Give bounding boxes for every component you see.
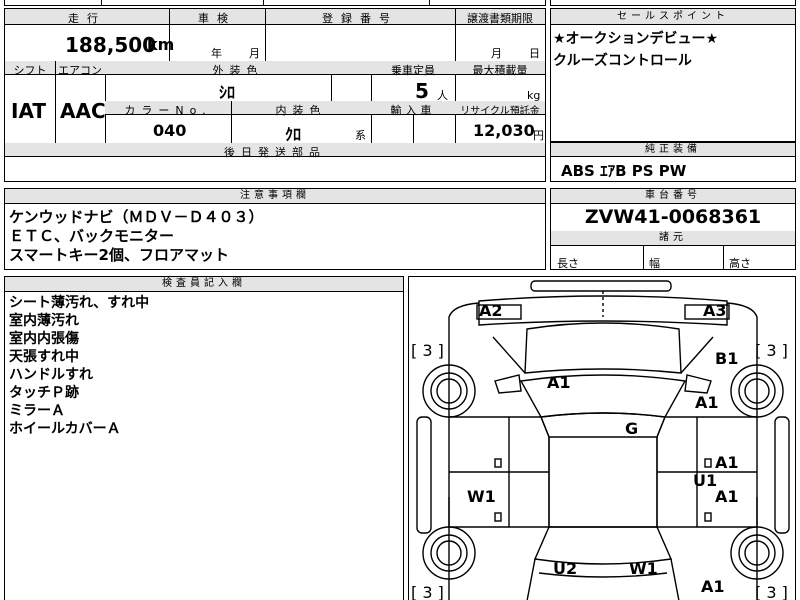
- vehicle-info-grid: 走行 車検 登録番号 譲渡書類期限 188,500 km 年 月 月 日 シフト…: [4, 8, 546, 182]
- notes-line-1: ケンウッドナビ（ＭＤＶ－Ｄ４０３）: [9, 208, 264, 226]
- mark-a3: A3: [703, 301, 727, 320]
- sales-points-header: セールスポイント: [551, 9, 795, 25]
- color-no-value: 040: [153, 121, 187, 140]
- recycle-unit: 円: [533, 129, 544, 142]
- mark-w1-left: W1: [467, 487, 496, 506]
- mark-g: G: [625, 419, 639, 438]
- sales-points-panel: セールスポイント ★オークションデビュー★ クルーズコントロール: [550, 8, 796, 142]
- dim-height: 高さ: [729, 257, 751, 270]
- tire-label-front-right: [ 3 ]: [755, 341, 788, 360]
- exterior-color-value: ｼﾛ: [219, 83, 236, 102]
- mark-a1-rear: A1: [701, 577, 725, 596]
- inspector-line-1: シート薄汚れ、すれ中: [9, 295, 150, 311]
- tire-label-rear-left: [ 3 ]: [411, 583, 444, 600]
- header-shift: シフト: [13, 64, 47, 77]
- shift-value: IAT: [11, 99, 47, 123]
- top-cutoff-right: [550, 0, 796, 6]
- inspector-line-5: ハンドルすれ: [9, 367, 93, 383]
- mark-a1-right-fender: A1: [695, 393, 719, 412]
- header-color-no: カラーNo.: [124, 104, 212, 117]
- recycle-value: 12,030: [473, 121, 535, 140]
- header-interior-color: 内装色: [275, 104, 327, 117]
- header-recycle: リサイクル預託金: [460, 106, 540, 117]
- sales-point-line-1: ★オークションデビュー★: [553, 31, 719, 47]
- header-inspection: 車検: [198, 12, 236, 25]
- interior-color-value: ｸﾛ: [285, 125, 302, 144]
- chassis-panel: 車台番号 ZVW41-0068361 諸元 長さ 幅 高さ: [550, 188, 796, 270]
- header-max-load: 最大積載量: [472, 64, 528, 77]
- notes-line-3: スマートキー2個、フロアマット: [9, 246, 229, 264]
- tire-label-rear-right: [ 3 ]: [755, 583, 788, 600]
- notes-line-2: ＥＴＣ、バックモニター: [9, 227, 175, 245]
- mark-w1-rear: W1: [629, 559, 658, 578]
- inspector-line-7: ミラーＡ: [9, 403, 65, 419]
- inspector-line-6: タッチＰ跡: [9, 385, 79, 401]
- mark-b1: B1: [715, 349, 739, 368]
- equipment-value: ABS ｴｱB PS PW: [561, 162, 687, 180]
- header-aircon: エアコン: [58, 64, 102, 77]
- inspector-header: 検査員記入欄: [5, 277, 403, 292]
- header-later-parts: 後日発送部品: [224, 146, 326, 159]
- mark-a1-right-rear-door: A1: [715, 487, 739, 506]
- mark-a1-right-front-door: A1: [715, 453, 739, 472]
- header-capacity: 乗車定員: [391, 64, 435, 77]
- dim-width: 幅: [649, 257, 660, 270]
- equipment-header: 純正装備: [551, 143, 795, 157]
- header-registration: 登録番号: [322, 12, 398, 25]
- mark-u2: U2: [553, 559, 578, 578]
- notes-panel: 注意事項欄 ケンウッドナビ（ＭＤＶ－Ｄ４０３） ＥＴＣ、バックモニター スマート…: [4, 188, 546, 270]
- mark-a2: A2: [479, 301, 503, 320]
- damage-diagram-panel: A2 A3 B1 A1 A1 G A1 U1 A1 W1 U2 W1 A1 [ …: [408, 276, 796, 600]
- interior-suffix: 系: [355, 129, 366, 142]
- inspection-year: 年: [211, 47, 222, 60]
- dim-length: 長さ: [557, 257, 579, 270]
- inspection-month: 月: [249, 47, 260, 60]
- chassis-number: ZVW41-0068361: [584, 206, 762, 228]
- mileage-value: 188,500: [65, 33, 157, 57]
- mileage-unit: km: [147, 35, 175, 54]
- sales-point-line-2: クルーズコントロール: [553, 53, 692, 69]
- top-cutoff-row: [4, 0, 546, 6]
- mark-u1: U1: [693, 471, 718, 490]
- header-mileage: 走行: [68, 12, 106, 25]
- inspector-line-3: 室内内張傷: [9, 331, 79, 347]
- inspector-line-4: 天張すれ中: [9, 349, 79, 365]
- dims-header: 諸元: [551, 231, 795, 246]
- inspector-panel: 検査員記入欄 シート薄汚れ、すれ中 室内薄汚れ 室内内張傷 天張すれ中 ハンドル…: [4, 276, 404, 600]
- inspector-line-8: ホイールカバーＡ: [9, 421, 121, 437]
- tire-label-front-left: [ 3 ]: [411, 341, 444, 360]
- chassis-header: 車台番号: [551, 189, 795, 204]
- car-diagram: [416, 280, 790, 600]
- header-transfer-deadline: 譲渡書類期限: [467, 12, 533, 25]
- capacity-value: 5: [415, 79, 429, 103]
- mark-a1-hood: A1: [547, 373, 571, 392]
- equipment-panel: 純正装備 ABS ｴｱB PS PW: [550, 142, 796, 182]
- deadline-month: 月: [491, 47, 502, 60]
- aircon-value: AAC: [60, 99, 106, 123]
- notes-header: 注意事項欄: [5, 189, 545, 204]
- inspector-line-2: 室内薄汚れ: [9, 313, 79, 329]
- deadline-day: 日: [529, 47, 540, 60]
